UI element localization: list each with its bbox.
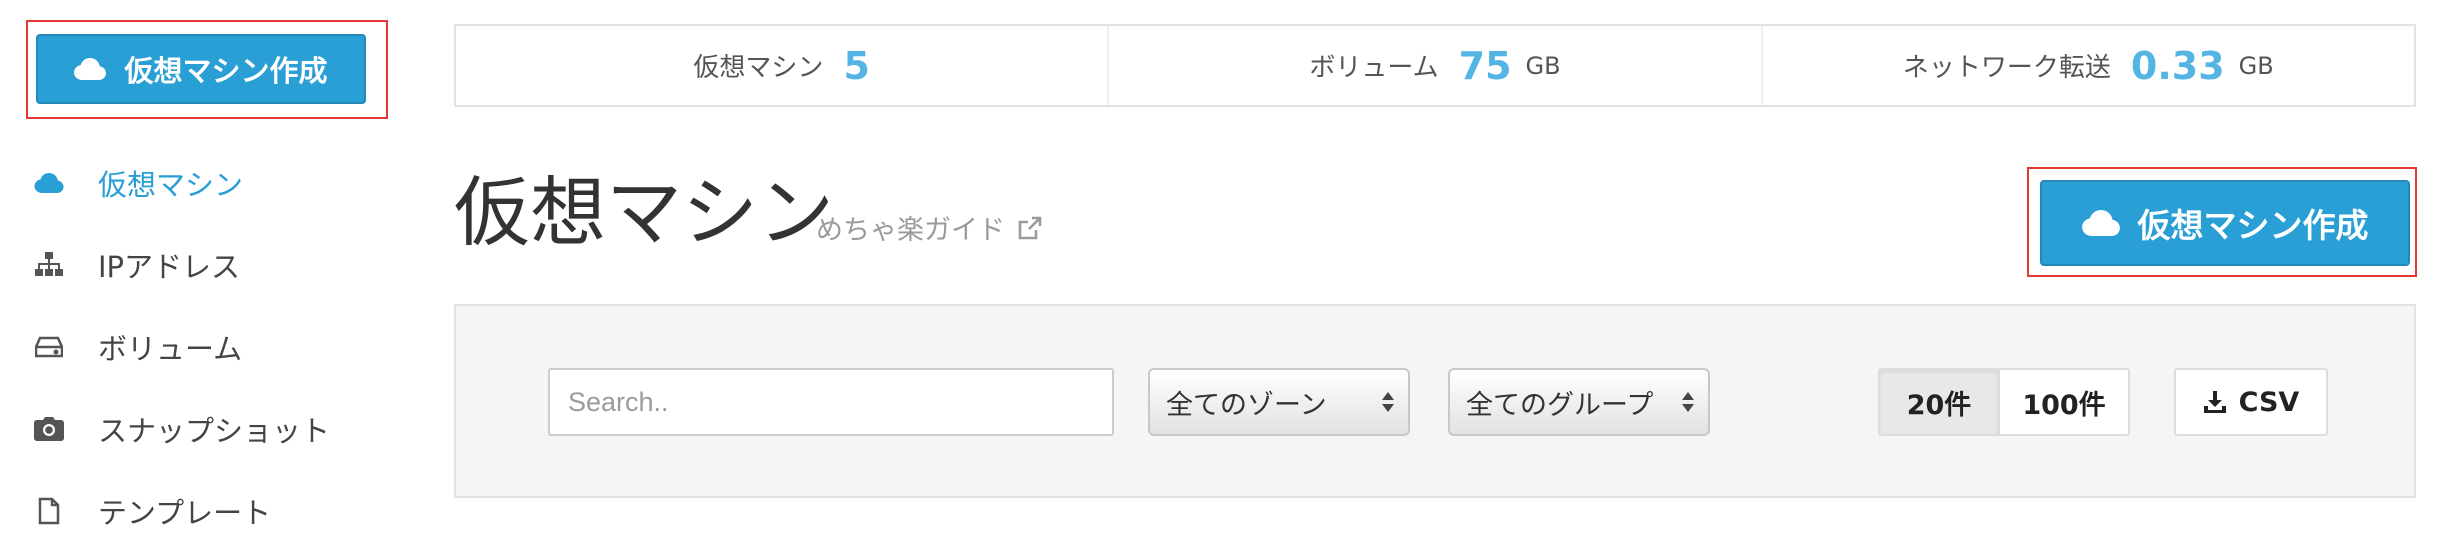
sidebar-item-virtual-machines[interactable]: 仮想マシン <box>34 158 243 208</box>
select-arrows-icon <box>1382 392 1394 412</box>
stats-bar: 仮想マシン 5 ボリューム 75 GB ネットワーク転送 0.33 GB <box>454 24 2416 107</box>
sidebar-create-vm-button[interactable]: 仮想マシン作成 <box>36 34 366 104</box>
sidebar-item-snapshots[interactable]: スナップショット <box>34 404 330 454</box>
stat-unit: GB <box>2238 51 2274 80</box>
stat-label: ボリューム <box>1309 53 1439 83</box>
group-select[interactable]: 全てのグループ <box>1448 368 1710 436</box>
stat-volumes: ボリューム 75 GB <box>1109 26 1763 105</box>
stat-value: 75 <box>1458 43 1512 88</box>
sidebar-item-label: スナップショット <box>98 414 331 448</box>
sidebar-item-label: ボリューム <box>98 332 243 366</box>
page-size-100-button[interactable]: 100件 <box>1998 368 2130 436</box>
page-size-20-button[interactable]: 20件 <box>1878 368 2000 436</box>
stat-label: ネットワーク転送 <box>1902 53 2111 83</box>
header-create-vm-button[interactable]: 仮想マシン作成 <box>2040 180 2410 266</box>
hdd-icon <box>34 332 64 362</box>
sidebar-item-label: IPアドレス <box>98 250 241 284</box>
camera-icon <box>34 414 64 444</box>
stat-label: 仮想マシン <box>693 53 824 83</box>
sidebar-item-label: 仮想マシン <box>98 168 244 202</box>
csv-download-button[interactable]: CSV <box>2174 368 2328 436</box>
sidebar-item-templates[interactable]: テンプレート <box>34 486 271 536</box>
sidebar-item-label: テンプレート <box>98 496 272 530</box>
stat-unit: GB <box>1525 51 1561 80</box>
zone-select[interactable]: 全てのゾーン <box>1148 368 1410 436</box>
header-create-vm-label: 仮想マシン作成 <box>2137 206 2369 245</box>
cloud-icon <box>2081 210 2120 236</box>
filter-panel: 全てのゾーン 全てのグループ 20件 100件 CSV <box>454 304 2416 498</box>
sitemap-icon <box>34 250 64 280</box>
guide-link[interactable]: めちゃ楽ガイド <box>816 208 1043 247</box>
stat-virtual-machines: 仮想マシン 5 <box>456 26 1110 105</box>
zone-select-value: 全てのゾーン <box>1166 389 1327 421</box>
sidebar-item-ip-addresses[interactable]: IPアドレス <box>34 240 240 290</box>
download-icon <box>2203 391 2226 413</box>
select-arrows-icon <box>1682 392 1694 412</box>
csv-label: CSV <box>2238 386 2300 418</box>
sidebar-create-vm-label: 仮想マシン作成 <box>124 54 328 88</box>
sidebar-item-volumes[interactable]: ボリューム <box>34 322 242 372</box>
stat-value: 5 <box>843 43 870 88</box>
page-title: 仮想マシン <box>454 168 834 257</box>
stat-value: 0.33 <box>2130 43 2225 88</box>
guide-link-label: めちゃ楽ガイド <box>816 215 1005 246</box>
cloud-icon <box>74 58 107 80</box>
group-select-value: 全てのグループ <box>1466 389 1654 421</box>
cloud-icon <box>34 168 64 198</box>
stat-network-transfer: ネットワーク転送 0.33 GB <box>1763 26 2414 105</box>
search-input[interactable] <box>548 368 1114 436</box>
file-icon <box>34 496 64 526</box>
external-link-icon <box>1018 216 1042 239</box>
